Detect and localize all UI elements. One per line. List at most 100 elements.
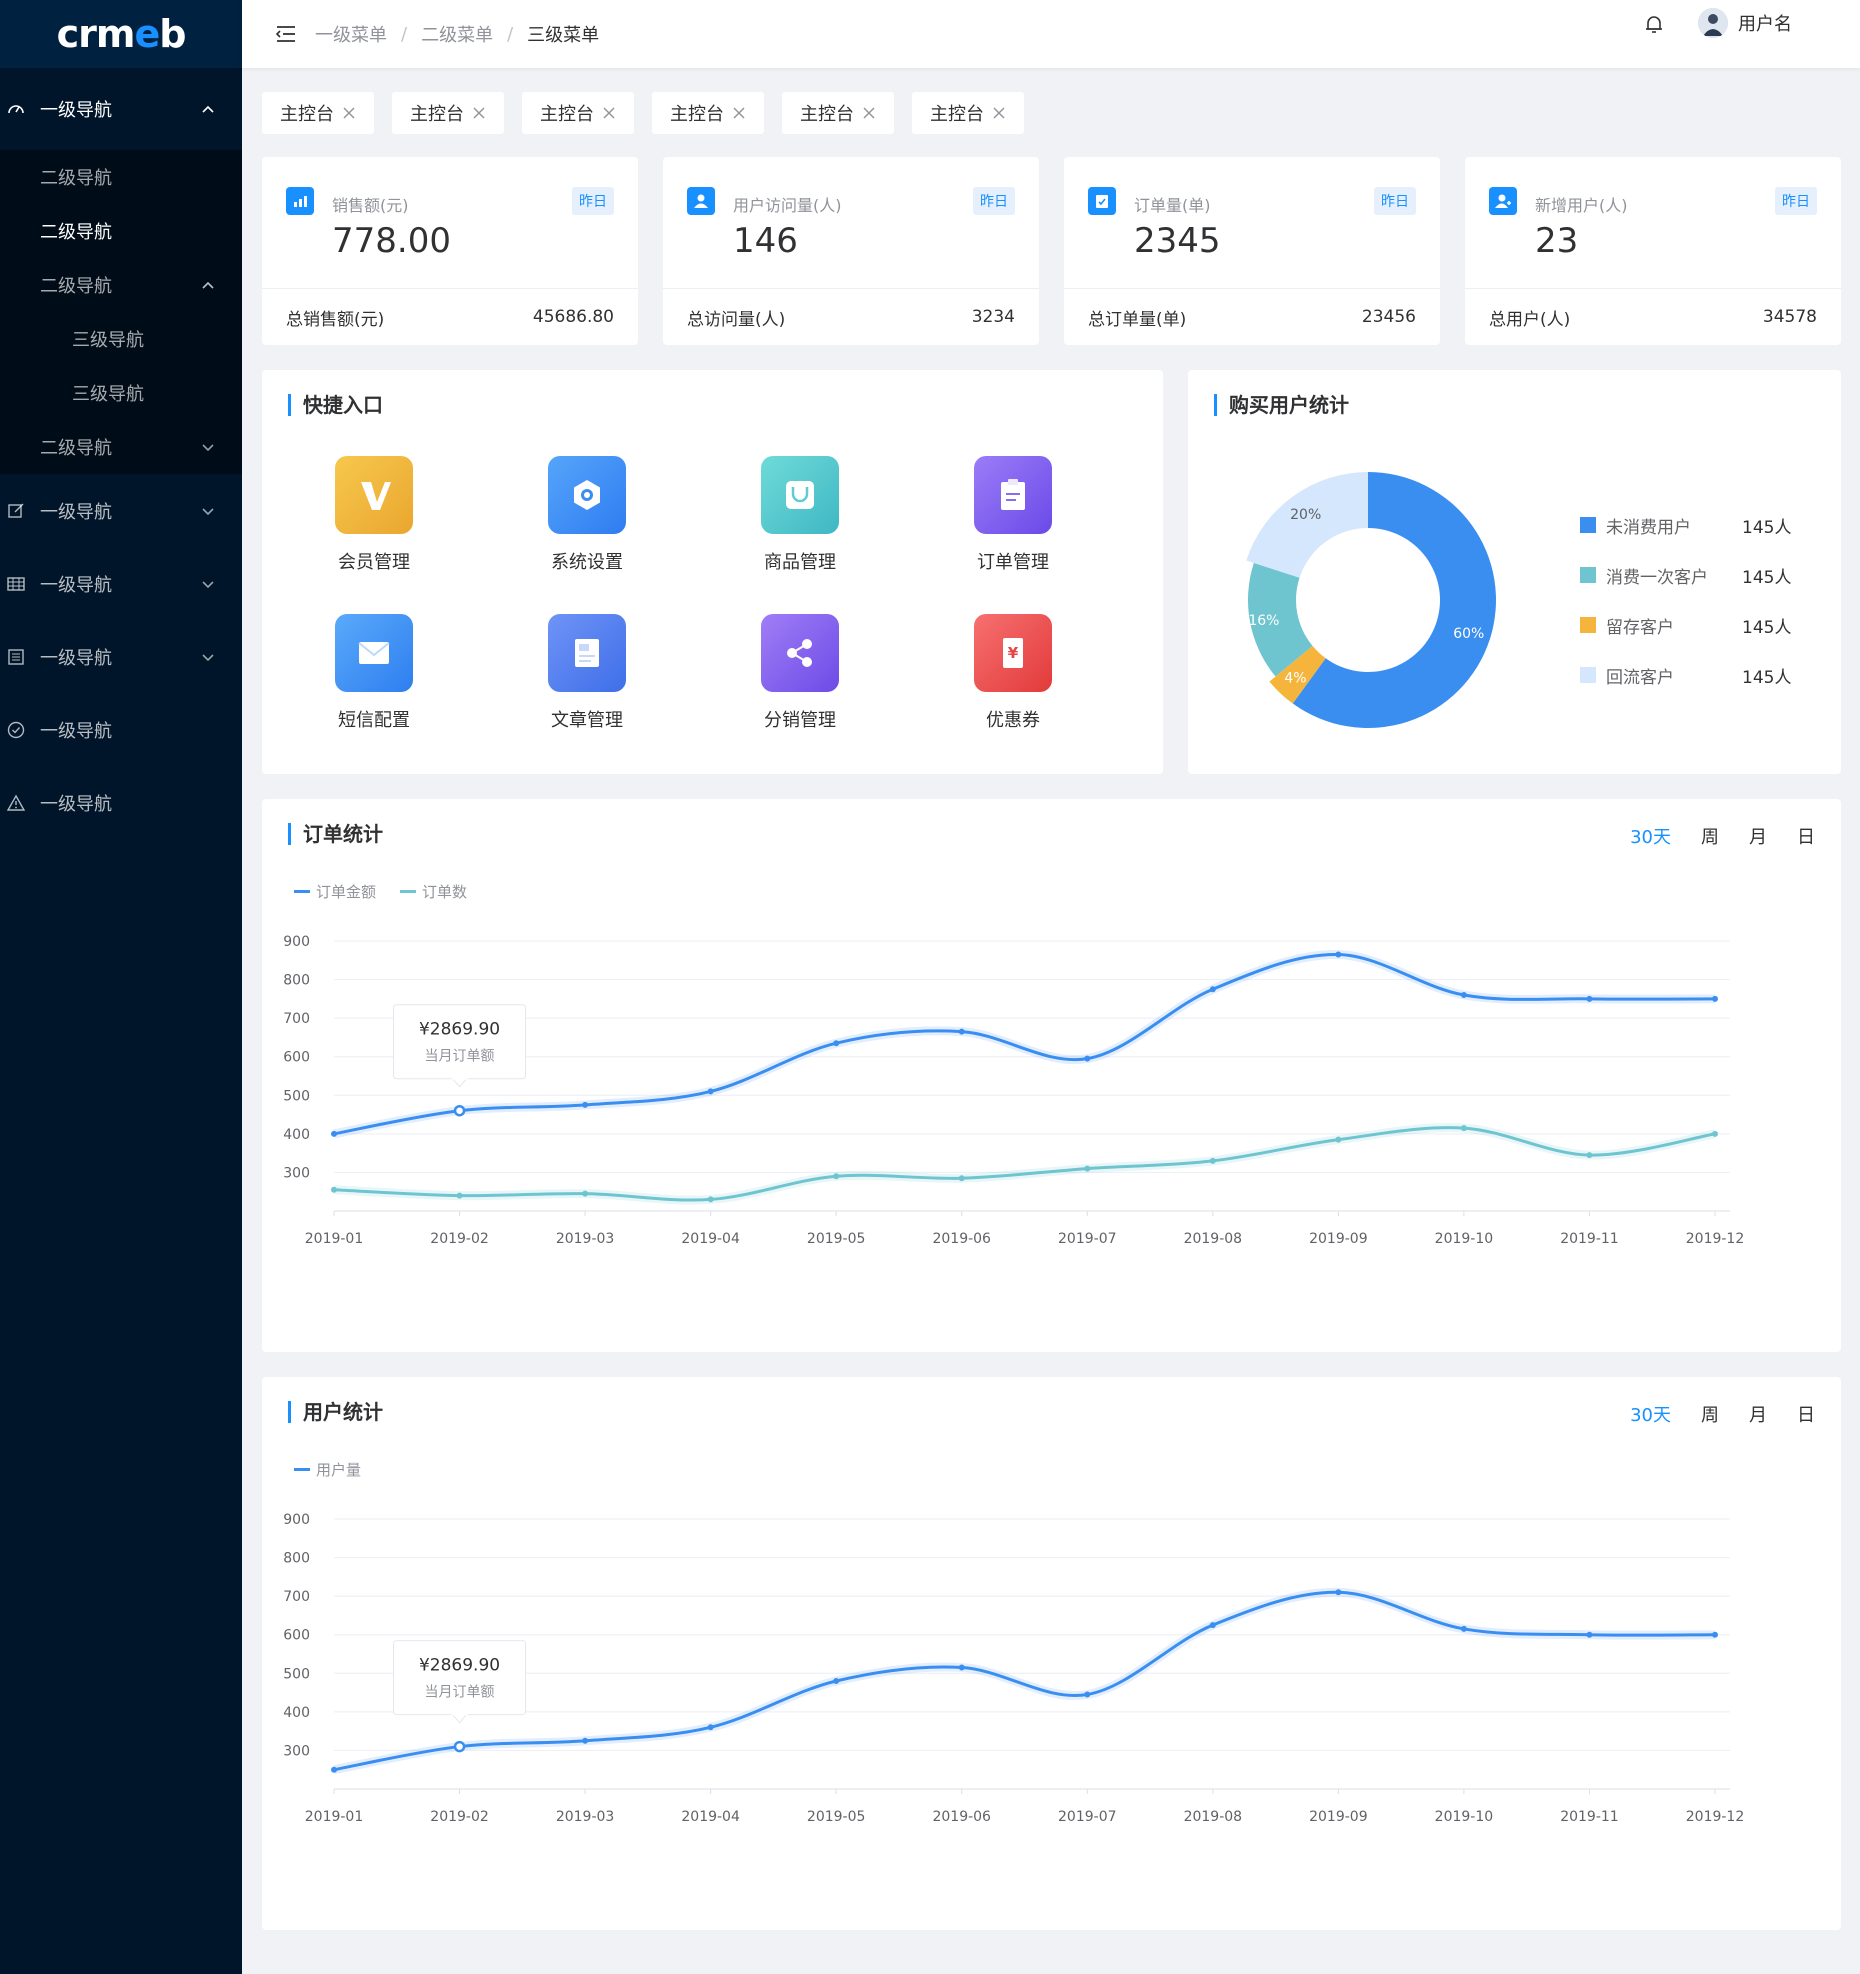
data-point[interactable] xyxy=(1209,1157,1216,1164)
pie-slice-label: 20% xyxy=(1290,507,1321,523)
close-icon[interactable] xyxy=(342,106,356,120)
stat-total-value: 34578 xyxy=(1762,307,1817,327)
data-point[interactable] xyxy=(582,1101,589,1108)
tag-item[interactable]: 主控台 xyxy=(652,92,764,134)
data-point[interactable] xyxy=(582,1737,589,1744)
tab-month[interactable]: 月 xyxy=(1749,823,1767,849)
sidebar-item-3[interactable]: 一级导航 xyxy=(0,547,242,620)
sidebar-item-2[interactable]: 一级导航 xyxy=(0,474,242,547)
legend-count: 145人 xyxy=(1742,567,1792,588)
data-point[interactable] xyxy=(582,1190,589,1197)
data-point[interactable] xyxy=(707,1088,714,1095)
data-point[interactable] xyxy=(1460,992,1467,998)
data-point[interactable] xyxy=(833,1678,840,1684)
data-point[interactable] xyxy=(707,1196,714,1203)
tag-item[interactable]: 主控台 xyxy=(782,92,894,134)
data-point[interactable] xyxy=(453,1740,466,1753)
pie-slice[interactable] xyxy=(1246,472,1368,578)
tab-day[interactable]: 日 xyxy=(1797,823,1815,849)
data-point[interactable] xyxy=(456,1192,463,1199)
tab-week[interactable]: 周 xyxy=(1701,823,1719,849)
logo[interactable]: crmeb xyxy=(0,0,242,68)
data-point[interactable] xyxy=(958,1175,965,1182)
tag-item[interactable]: 主控台 xyxy=(262,92,374,134)
data-point[interactable] xyxy=(1335,951,1342,958)
quick-item-distribution[interactable]: 分销管理 xyxy=(740,614,860,732)
sidebar-subitem-active[interactable]: 二级导航 xyxy=(0,204,242,258)
data-point[interactable] xyxy=(1586,1152,1593,1159)
data-point[interactable] xyxy=(707,1724,714,1731)
breadcrumb-item[interactable]: 一级菜单 xyxy=(315,21,387,47)
stat-total-label: 总订单量(单) xyxy=(1088,309,1187,330)
close-icon[interactable] xyxy=(992,106,1006,120)
tag-item[interactable]: 主控台 xyxy=(392,92,504,134)
tab-month[interactable]: 月 xyxy=(1749,1401,1767,1427)
data-point[interactable] xyxy=(958,1028,965,1035)
tab-day[interactable]: 日 xyxy=(1797,1401,1815,1427)
data-point[interactable] xyxy=(331,1130,337,1137)
stat-card-top: 新增用户(人) 昨日 23 xyxy=(1465,157,1841,289)
tab-30-days[interactable]: 30天 xyxy=(1630,1401,1671,1427)
legend-line xyxy=(400,890,417,893)
y-tick-label: 500 xyxy=(283,1666,310,1682)
sidebar-third-item[interactable]: 三级导航 xyxy=(0,312,242,366)
sidebar-subitem[interactable]: 二级导航 xyxy=(0,420,242,474)
tooltip-arrow xyxy=(451,1714,468,1724)
tag-item[interactable]: 主控台 xyxy=(522,92,634,134)
x-tick-label: 2019-07 xyxy=(1058,1809,1117,1825)
data-point[interactable] xyxy=(1084,1055,1091,1062)
data-point[interactable] xyxy=(1460,1625,1467,1632)
tab-30-days[interactable]: 30天 xyxy=(1630,823,1671,849)
close-icon[interactable] xyxy=(732,106,746,120)
sidebar-item-4[interactable]: 一级导航 xyxy=(0,620,242,693)
data-point[interactable] xyxy=(958,1664,965,1671)
data-point[interactable] xyxy=(1209,1622,1216,1629)
quick-item-orders[interactable]: 订单管理 xyxy=(953,456,1073,574)
stat-card-bottom: 总销售额(元) 45686.80 xyxy=(262,289,638,345)
breadcrumb-item[interactable]: 二级菜单 xyxy=(421,21,493,47)
data-point[interactable] xyxy=(453,1104,466,1117)
data-point[interactable] xyxy=(833,1040,840,1047)
data-point[interactable] xyxy=(331,1766,337,1773)
stat-label: 新增用户(人) xyxy=(1535,196,1628,215)
quick-item-sms[interactable]: 短信配置 xyxy=(314,614,434,732)
data-point[interactable] xyxy=(1209,986,1216,993)
data-point[interactable] xyxy=(1712,995,1718,1002)
quick-label: 文章管理 xyxy=(551,710,623,731)
data-point[interactable] xyxy=(1460,1125,1467,1132)
data-point[interactable] xyxy=(1335,1589,1342,1596)
data-point[interactable] xyxy=(1335,1136,1342,1143)
quick-item-coupon[interactable]: ¥ 优惠券 xyxy=(953,614,1073,732)
card-title: 购买用户统计 xyxy=(1214,394,1349,416)
tab-week[interactable]: 周 xyxy=(1701,1401,1719,1427)
bell-icon[interactable] xyxy=(1643,13,1665,35)
sidebar-subitem-open[interactable]: 二级导航 xyxy=(0,258,242,312)
sidebar-subitem[interactable]: 二级导航 xyxy=(0,150,242,204)
data-point[interactable] xyxy=(1586,995,1593,1002)
data-point[interactable] xyxy=(1712,1130,1718,1137)
user-menu[interactable]: 用户名 xyxy=(1698,8,1792,38)
tag-label: 主控台 xyxy=(280,104,334,125)
sidebar-item-5[interactable]: 一级导航 xyxy=(0,693,242,766)
data-point[interactable] xyxy=(1586,1631,1593,1638)
data-point[interactable] xyxy=(1084,1691,1091,1698)
sidebar-third-item[interactable]: 三级导航 xyxy=(0,366,242,420)
quick-item-goods[interactable]: 商品管理 xyxy=(740,456,860,574)
quick-item-member[interactable]: 会员管理 xyxy=(314,456,434,574)
data-point[interactable] xyxy=(833,1173,840,1180)
tag-item[interactable]: 主控台 xyxy=(912,92,1024,134)
close-icon[interactable] xyxy=(862,106,876,120)
x-tick-label: 2019-08 xyxy=(1184,1809,1243,1825)
data-point[interactable] xyxy=(1084,1165,1091,1172)
data-point[interactable] xyxy=(331,1186,337,1193)
quick-item-article[interactable]: 文章管理 xyxy=(527,614,647,732)
chevron-down-icon xyxy=(202,653,214,661)
close-icon[interactable] xyxy=(472,106,486,120)
sidebar-item-6[interactable]: 一级导航 xyxy=(0,766,242,839)
quick-item-settings[interactable]: 系统设置 xyxy=(527,456,647,574)
menu-fold-icon[interactable] xyxy=(275,23,297,45)
stat-card-bottom: 总访问量(人) 3234 xyxy=(663,289,1039,345)
data-point[interactable] xyxy=(1712,1631,1718,1638)
sidebar-item-1[interactable]: 一级导航 xyxy=(0,68,242,150)
close-icon[interactable] xyxy=(602,106,616,120)
